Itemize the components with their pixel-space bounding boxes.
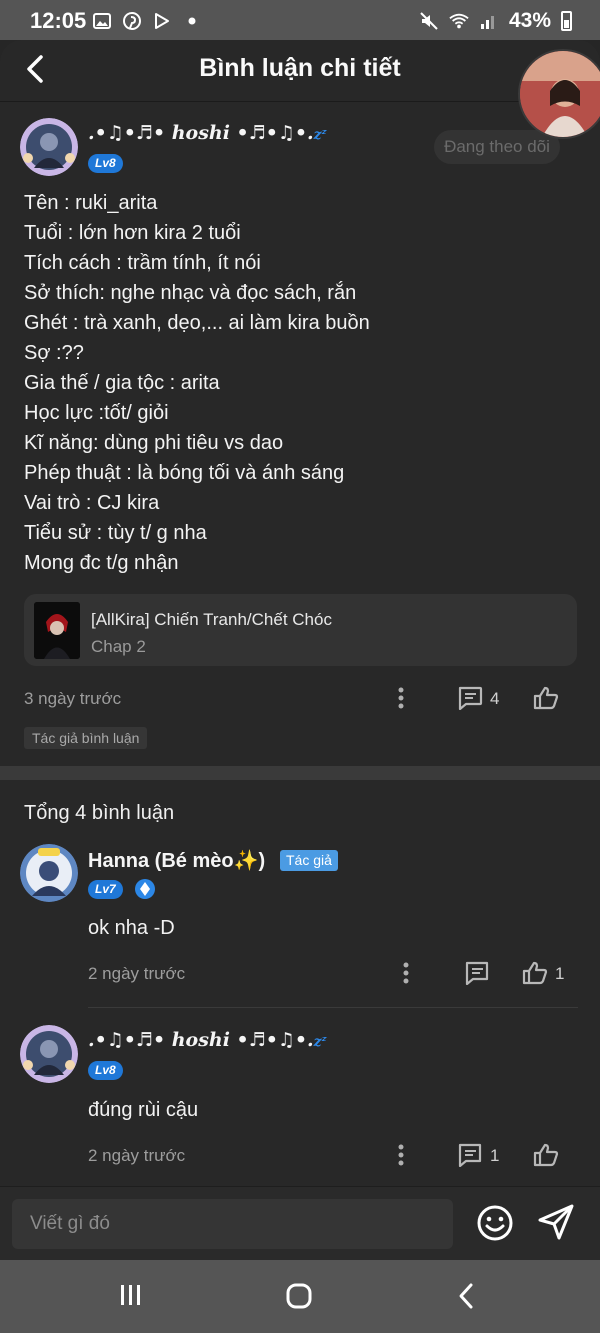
send-icon (538, 1204, 574, 1240)
follow-button[interactable]: Đang theo dõi (434, 130, 560, 164)
story-chapter: Chap 2 (91, 637, 146, 656)
play-store-icon (152, 11, 172, 31)
level-badge: Lv7 (88, 880, 123, 899)
body-line: Vai trò : CJ kira (24, 492, 160, 514)
avatar[interactable] (20, 1025, 78, 1083)
comment-detail-screen: Bình luận chi tiết .•♫•♬• 𝒉𝒐𝒔𝒉𝒊 •♬•♫•.zᶻ… (0, 40, 600, 1260)
recents-button[interactable] (118, 1282, 144, 1308)
body-line: Sở thích: nghe nhạc và đọc sách, rắn (24, 282, 357, 304)
like-icon (533, 686, 559, 710)
body-line: Mong đc t/g nhận (24, 552, 179, 574)
body-line: Ghét : trà xanh, dẹo,... ai làm kira buồ… (24, 312, 370, 334)
body-line: Sợ :?? (24, 342, 84, 364)
battery-percent: 43% (508, 9, 551, 32)
home-button[interactable] (285, 1282, 313, 1310)
comment-input[interactable]: Viết gì đó (12, 1199, 453, 1249)
comment-icon (458, 1143, 482, 1167)
more-icon (398, 1144, 404, 1166)
diamond-icon (135, 879, 155, 899)
pinterest-icon (122, 11, 142, 31)
like-button[interactable] (532, 1141, 560, 1169)
nav-back-button[interactable] (456, 1282, 476, 1310)
nav-back-icon (459, 1283, 473, 1309)
comment-body: Tên : ruki_arita Tuổi : lớn hơn kira 2 t… (24, 188, 574, 578)
body-line: Học lực :tốt/ giỏi (24, 402, 169, 424)
like-button[interactable] (532, 684, 560, 712)
comment-icon (458, 686, 483, 710)
more-button[interactable] (390, 1143, 412, 1167)
mute-icon (419, 11, 439, 31)
signal-icon (479, 11, 499, 31)
reply-username[interactable]: Hanna (Bé mèo✨) (88, 848, 265, 873)
reply-count: 4 (490, 689, 500, 708)
body-line: Tuổi : lớn hơn kira 2 tuổi (24, 222, 241, 244)
dot-icon (182, 11, 202, 31)
body-line: Kĩ năng: dùng phi tiêu vs dao (24, 432, 284, 454)
level-badge: Lv8 (88, 154, 123, 173)
system-icons: 43% (419, 9, 572, 33)
like-button[interactable] (521, 959, 549, 987)
section-divider (0, 766, 600, 780)
body-line: Tiểu sử : tùy t/ g nha (24, 522, 207, 544)
status-bar: 12:05 43% (0, 0, 600, 40)
reply-separator (88, 1007, 578, 1008)
battery-icon (561, 11, 572, 31)
emoji-button[interactable] (476, 1204, 514, 1247)
emoji-icon (477, 1205, 513, 1241)
status-time: 12:05 (30, 8, 87, 33)
send-button[interactable] (537, 1203, 575, 1246)
author-badge: Tác giả (280, 850, 338, 871)
comment-time: 3 ngày trước (24, 689, 122, 708)
reply-username[interactable]: .•♫•♬• 𝒉𝒐𝒔𝒉𝒊 •♬•♫•.zᶻ (88, 1029, 327, 1051)
reply-button[interactable] (463, 960, 491, 986)
comment-icon (465, 961, 489, 985)
story-title: [AllKira] Chiến Tranh/Chết Chóc (91, 610, 332, 629)
system-nav-bar (0, 1260, 600, 1333)
author-username[interactable]: .•♫•♬• 𝒉𝒐𝒔𝒉𝒊 •♬•♫•.zᶻ (88, 122, 327, 144)
reply-text: ok nha -D (88, 917, 175, 939)
reply-time: 2 ngày trước (88, 1146, 186, 1165)
more-icon (398, 687, 404, 709)
gallery-icon (92, 11, 112, 31)
reply-text: đúng rùi cậu (88, 1099, 199, 1121)
body-line: Phép thuật : là bóng tối và ánh sáng (24, 462, 345, 484)
level-badge: Lv8 (88, 1061, 123, 1080)
body-line: Tên : ruki_arita (24, 192, 158, 214)
reply-time: 2 ngày trước (88, 964, 186, 983)
more-button[interactable] (395, 961, 417, 985)
wifi-icon (449, 11, 469, 31)
reply-count: 1 (490, 1146, 500, 1165)
like-icon (533, 1143, 559, 1167)
more-button[interactable] (390, 686, 412, 710)
avatar[interactable] (20, 118, 78, 176)
reply-button[interactable] (456, 1142, 484, 1168)
story-cover-image (34, 602, 80, 659)
notification-icons (92, 11, 202, 31)
total-comments-label: Tổng 4 bình luận (24, 802, 175, 824)
story-card[interactable]: [AllKira] Chiến Tranh/Chết Chóc Chap 2 (24, 594, 577, 666)
recents-icon (121, 1285, 140, 1305)
profile-bubble-avatar[interactable] (518, 49, 600, 139)
more-icon (403, 962, 409, 984)
avatar[interactable] (20, 844, 78, 902)
page-title: Bình luận chi tiết (199, 54, 401, 82)
body-line: Tích cách : trầm tính, ít nói (24, 252, 261, 274)
author-comment-tag: Tác giả bình luận (24, 727, 148, 749)
like-icon (522, 961, 548, 985)
home-icon (286, 1283, 312, 1309)
top-bar: Bình luận chi tiết (0, 40, 600, 102)
comment-composer: Viết gì đó (0, 1186, 600, 1260)
reply-button[interactable] (456, 685, 484, 711)
body-line: Gia thế / gia tộc : arita (24, 372, 220, 394)
like-count: 1 (555, 964, 565, 983)
